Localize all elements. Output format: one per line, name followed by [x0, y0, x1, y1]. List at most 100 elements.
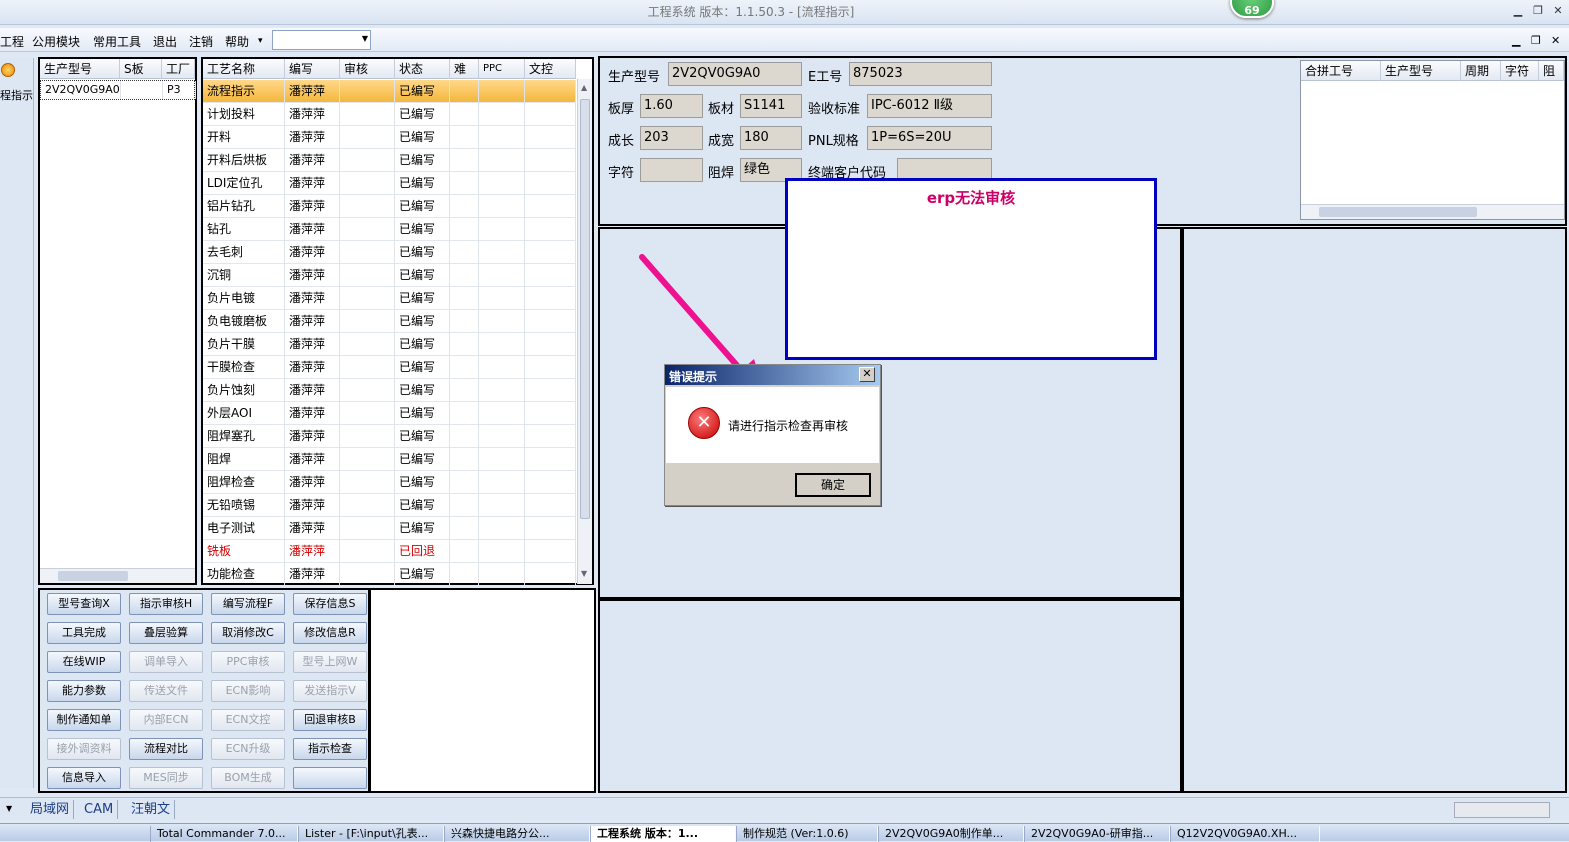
col-merge-model[interactable]: 生产型号 — [1381, 61, 1461, 81]
action-button[interactable]: 保存信息S — [293, 593, 367, 615]
table-row[interactable]: 干膜检查 潘萍萍 已编写 — [203, 356, 576, 379]
action-button[interactable]: 发送指示V — [293, 680, 367, 702]
col-factory[interactable]: 工厂 — [162, 59, 195, 79]
action-button[interactable]: 型号查询X — [47, 593, 121, 615]
col-ppc[interactable]: PPC — [479, 59, 525, 79]
table-row[interactable]: 2V2QV0G9A0 P3 — [40, 80, 196, 100]
action-button[interactable]: 工具完成 — [47, 622, 121, 644]
model-field[interactable]: 2V2QV0G9A0 — [668, 62, 802, 86]
action-button[interactable]: ECN升级 — [211, 738, 285, 760]
table-row[interactable]: 外层AOI 潘萍萍 已编写 — [203, 402, 576, 425]
width-field[interactable]: 180 — [740, 126, 802, 150]
table-row[interactable]: 铣板 潘萍萍 已回退 — [203, 540, 576, 563]
help-dropdown-icon[interactable]: ▾ — [258, 36, 263, 46]
action-button[interactable]: 叠层验算 — [129, 622, 203, 644]
action-button[interactable]: 编写流程F — [211, 593, 285, 615]
action-button[interactable]: 信息导入 — [47, 767, 121, 789]
table-row[interactable]: 负片干膜 潘萍萍 已编写 — [203, 333, 576, 356]
maximize-icon[interactable]: ❐ — [1530, 4, 1546, 18]
action-button[interactable]: 取消修改C — [211, 622, 285, 644]
table-row[interactable]: 电子测试 潘萍萍 已编写 — [203, 517, 576, 540]
taskbar-item[interactable]: 工程系统 版本：1... — [590, 826, 736, 842]
menu-logout[interactable]: 注销 — [189, 33, 213, 50]
table-row[interactable]: 无铅喷锡 潘萍萍 已编写 — [203, 494, 576, 517]
col-mask[interactable]: 阻焊 — [1539, 61, 1564, 81]
taskbar-item[interactable]: Total Commander 7.0... — [150, 826, 298, 842]
action-button[interactable]: 在线WIP — [47, 651, 121, 673]
mdi-restore-icon[interactable]: ❐ — [1531, 34, 1541, 47]
status-dropdown-icon[interactable]: ▼ — [6, 804, 12, 813]
left-nav-label[interactable]: 程指示 — [0, 87, 33, 103]
close-icon[interactable]: ✕ — [1550, 4, 1566, 18]
table-row[interactable]: 负电镀磨板 潘萍萍 已编写 — [203, 310, 576, 333]
table-row[interactable]: 流程指示 潘萍萍 已编写 — [203, 80, 576, 103]
action-button[interactable]: 调单导入 — [129, 651, 203, 673]
table-row[interactable]: 钻孔 潘萍萍 已编写 — [203, 218, 576, 241]
table-row[interactable]: 功能检查 潘萍萍 已编写 — [203, 563, 576, 585]
minimize-icon[interactable]: ▁ — [1510, 4, 1526, 18]
action-button[interactable]: BOM生成 — [211, 767, 285, 789]
material-field[interactable]: S1141 — [740, 94, 802, 118]
action-button[interactable]: 回退审核B — [293, 709, 367, 731]
action-button[interactable]: 修改信息R — [293, 622, 367, 644]
menu-exit[interactable]: 退出 — [153, 33, 177, 50]
taskbar-item[interactable]: Lister - [F:\input\孔表... — [298, 826, 444, 842]
col-status[interactable]: 状态 — [395, 59, 450, 79]
process-icon[interactable] — [1, 63, 15, 77]
status-tab-cam[interactable]: CAM — [80, 800, 119, 819]
col-writer[interactable]: 编写 — [285, 59, 340, 79]
dialog-close-icon[interactable]: ✕ — [859, 367, 875, 382]
length-field[interactable]: 203 — [640, 126, 703, 150]
action-button[interactable]: PPC审核 — [211, 651, 285, 673]
menu-project[interactable]: 工程 — [0, 33, 24, 50]
mdi-minimize-icon[interactable]: ▁ — [1512, 34, 1520, 47]
action-button[interactable]: ECN影响 — [211, 680, 285, 702]
action-button[interactable]: 型号上网W — [293, 651, 367, 673]
table-row[interactable]: 计划投料 潘萍萍 已编写 — [203, 103, 576, 126]
vertical-scrollbar[interactable]: ▲ ▼ — [577, 79, 592, 584]
action-button[interactable]: 传送文件 — [129, 680, 203, 702]
scroll-thumb[interactable] — [580, 99, 590, 519]
standard-field[interactable]: IPC-6012 Ⅱ级 — [867, 94, 992, 118]
taskbar-item[interactable]: 制作规范 (Ver:1.0.6) — [736, 826, 878, 842]
action-button[interactable] — [293, 767, 367, 789]
col-difficulty[interactable]: 难 — [450, 59, 479, 79]
action-button[interactable]: MES同步 — [129, 767, 203, 789]
taskbar-item[interactable]: Q12V2QV0G9A0.XH... — [1170, 826, 1320, 842]
pnl-field[interactable]: 1P=6S=20U — [867, 126, 992, 150]
scroll-up-icon[interactable]: ▲ — [581, 83, 587, 92]
table-row[interactable]: 开料后烘板 潘萍萍 已编写 — [203, 149, 576, 172]
action-button[interactable]: 指示检查 — [293, 738, 367, 760]
table-row[interactable]: LDI定位孔 潘萍萍 已编写 — [203, 172, 576, 195]
action-button[interactable]: 制作通知单 — [47, 709, 121, 731]
e-number-field[interactable]: 875023 — [849, 62, 992, 86]
scroll-thumb[interactable] — [1319, 207, 1477, 217]
action-button[interactable]: 内部ECN — [129, 709, 203, 731]
table-row[interactable]: 去毛刺 潘萍萍 已编写 — [203, 241, 576, 264]
action-button[interactable]: 能力参数 — [47, 680, 121, 702]
status-tab-user[interactable]: 汪朝文 — [127, 800, 176, 819]
col-doc-control[interactable]: 文控 — [525, 59, 576, 79]
action-button[interactable]: 流程对比 — [129, 738, 203, 760]
mdi-close-icon[interactable]: ✕ — [1551, 34, 1560, 47]
table-row[interactable]: 阻焊 潘萍萍 已编写 — [203, 448, 576, 471]
taskbar-item[interactable]: 2V2QV0G9A0制作单... — [878, 826, 1024, 842]
table-row[interactable]: 阻焊检查 潘萍萍 已编写 — [203, 471, 576, 494]
horizontal-scrollbar[interactable] — [40, 568, 195, 583]
menu-combo-box[interactable]: ▼ — [272, 30, 371, 50]
col-reviewer[interactable]: 审核 — [340, 59, 395, 79]
horizontal-scrollbar[interactable] — [1301, 204, 1564, 219]
table-row[interactable]: 开料 潘萍萍 已编写 — [203, 126, 576, 149]
scroll-thumb[interactable] — [58, 571, 128, 581]
menu-common-modules[interactable]: 公用模块 — [32, 33, 80, 50]
action-button[interactable]: 接外调资料 — [47, 738, 121, 760]
status-tab-lan[interactable]: 局域网 — [26, 800, 75, 819]
menu-common-tools[interactable]: 常用工具 — [93, 33, 141, 50]
action-button[interactable]: 指示审核H — [129, 593, 203, 615]
col-process-name[interactable]: 工艺名称 — [203, 59, 285, 79]
thickness-field[interactable]: 1.60 — [640, 94, 703, 118]
col-s-board[interactable]: S板 — [120, 59, 162, 79]
ok-button[interactable]: 确定 — [795, 473, 871, 497]
table-row[interactable]: 负片电镀 潘萍萍 已编写 — [203, 287, 576, 310]
scroll-down-icon[interactable]: ▼ — [581, 569, 587, 578]
